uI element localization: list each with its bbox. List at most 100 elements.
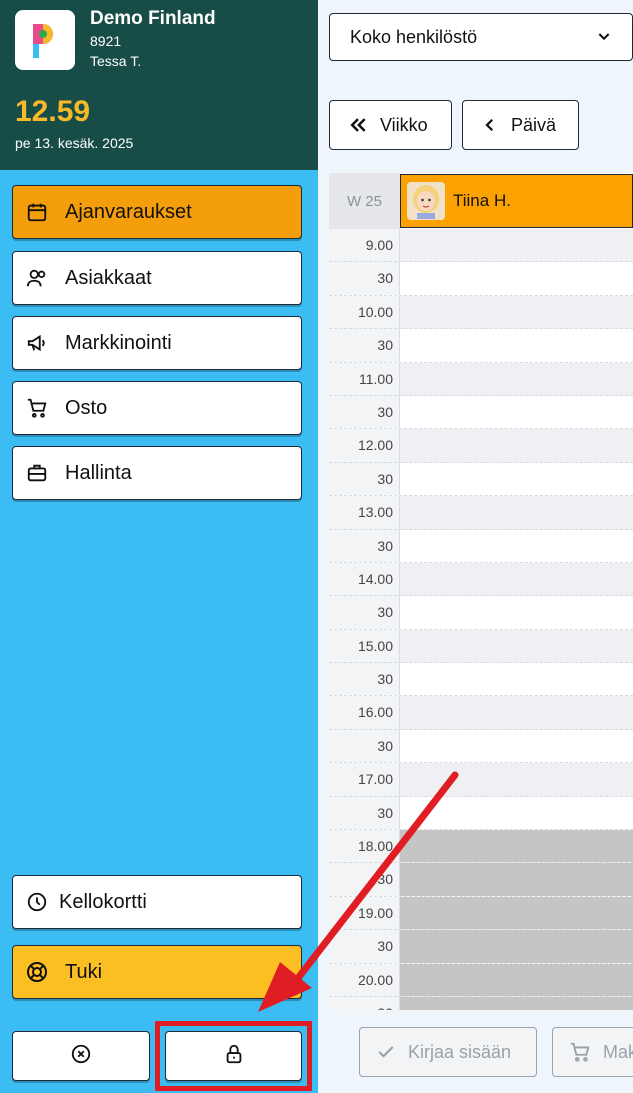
time-slot-cell[interactable] xyxy=(400,229,633,262)
main-panel: Koko henkilöstö Viikko Päivä W 25 Tiina … xyxy=(318,0,633,1093)
checkin-button[interactable]: Kirjaa sisään xyxy=(359,1027,537,1077)
sidebar-header: Demo Finland 8921 Tessa T. 12.59 pe 13. … xyxy=(0,0,318,170)
megaphone-icon xyxy=(25,331,49,355)
time-row[interactable]: 16.00 xyxy=(329,696,633,730)
time-slot-cell[interactable] xyxy=(400,596,633,628)
time-label: 30 xyxy=(329,663,400,696)
current-time: 12.59 xyxy=(15,95,91,128)
support-button[interactable]: Tuki xyxy=(12,945,302,999)
time-label: 30 xyxy=(329,262,400,295)
time-row[interactable]: 13.00 xyxy=(329,496,633,530)
time-row[interactable]: 30 xyxy=(329,796,633,831)
nav-asiakkaat[interactable]: Asiakkaat xyxy=(12,251,302,305)
nav-label: Osto xyxy=(65,396,108,419)
time-slot-cell[interactable] xyxy=(400,530,633,562)
nav-osto[interactable]: Osto xyxy=(12,381,302,435)
time-label: 16.00 xyxy=(329,696,400,729)
support-label: Tuki xyxy=(65,960,103,983)
time-slot-cell[interactable] xyxy=(400,262,633,294)
time-label: 30 xyxy=(329,930,400,963)
time-slot-cell[interactable] xyxy=(400,930,633,963)
time-slot-cell[interactable] xyxy=(400,830,633,863)
time-slot-cell[interactable] xyxy=(400,362,633,395)
time-slot-cell[interactable] xyxy=(400,896,633,930)
staff-column-header[interactable]: Tiina H. xyxy=(400,174,633,228)
time-label: 30 xyxy=(329,729,400,763)
nav-ajanvaraukset[interactable]: Ajanvaraukset xyxy=(12,185,302,239)
time-row[interactable]: 30 xyxy=(329,262,633,296)
time-row[interactable]: 17.00 xyxy=(329,763,633,797)
time-label: 30 xyxy=(329,329,400,362)
time-slot-cell[interactable] xyxy=(400,863,633,896)
users-icon xyxy=(25,266,49,290)
time-slot-cell[interactable] xyxy=(400,329,633,361)
time-row[interactable]: 14.00 xyxy=(329,562,633,597)
time-row[interactable]: 30 xyxy=(329,395,633,430)
time-row[interactable]: 30 xyxy=(329,729,633,764)
lifebuoy-icon xyxy=(25,960,49,984)
nav-markkinointi[interactable]: Markkinointi xyxy=(12,316,302,370)
time-row[interactable]: 12.00 xyxy=(329,429,633,463)
cart-icon xyxy=(25,396,49,420)
time-label: 18.00 xyxy=(329,830,400,863)
time-rows: 9.00 30 10.00 30 11.00 30 12.00 30 13.00 30 14.00 3… xyxy=(329,229,633,1010)
cart-icon xyxy=(569,1041,591,1063)
time-row[interactable]: 19.00 xyxy=(329,896,633,931)
week-button[interactable]: Viikko xyxy=(329,100,452,150)
pay-button[interactable]: Mak xyxy=(552,1027,633,1077)
time-row[interactable]: 30 xyxy=(329,462,633,497)
time-row[interactable]: 11.00 xyxy=(329,362,633,396)
time-slot-cell[interactable] xyxy=(400,496,633,529)
current-date: pe 13. kesäk. 2025 xyxy=(15,135,134,151)
time-row[interactable]: 20.00 xyxy=(329,963,633,997)
time-row[interactable]: 30 xyxy=(329,529,633,563)
time-slot-cell[interactable] xyxy=(400,463,633,495)
time-row[interactable]: 10.00 xyxy=(329,295,633,330)
time-label: 30 xyxy=(329,796,400,830)
time-slot-cell[interactable] xyxy=(400,562,633,596)
avatar xyxy=(407,182,445,220)
staff-select[interactable]: Koko henkilöstö xyxy=(329,13,633,61)
time-slot-cell[interactable] xyxy=(400,996,633,1010)
time-row[interactable]: 30 xyxy=(329,663,633,697)
time-label: 30 xyxy=(329,462,400,496)
double-chevron-left-icon xyxy=(348,115,368,135)
time-slot-cell[interactable] xyxy=(400,730,633,762)
time-label: 30 xyxy=(329,529,400,562)
time-row[interactable]: 18.00 xyxy=(329,830,633,864)
time-slot-cell[interactable] xyxy=(400,396,633,428)
nav-label: Hallinta xyxy=(65,461,132,484)
time-row[interactable]: 30 xyxy=(329,596,633,630)
time-slot-cell[interactable] xyxy=(400,295,633,329)
chevron-down-icon xyxy=(596,28,612,49)
timecard-button[interactable]: Kellokortti xyxy=(12,875,302,929)
company-name: Demo Finland xyxy=(90,8,216,29)
time-slot-cell[interactable] xyxy=(400,629,633,663)
logo-icon xyxy=(33,24,53,58)
time-row[interactable]: 30 xyxy=(329,329,633,363)
nav-hallinta[interactable]: Hallinta xyxy=(12,446,302,500)
time-label: 13.00 xyxy=(329,496,400,529)
time-slot-cell[interactable] xyxy=(400,663,633,695)
app-logo xyxy=(15,10,75,70)
time-row[interactable]: 15.00 xyxy=(329,629,633,664)
close-button[interactable] xyxy=(12,1031,150,1081)
time-row[interactable]: 30 xyxy=(329,863,633,897)
time-slot-cell[interactable] xyxy=(400,429,633,462)
time-label: 30 xyxy=(329,596,400,629)
nav-label: Markkinointi xyxy=(65,331,172,354)
time-row[interactable]: 30 xyxy=(329,930,633,964)
time-label: 11.00 xyxy=(329,362,400,395)
time-slot-cell[interactable] xyxy=(400,797,633,829)
day-button[interactable]: Päivä xyxy=(462,100,579,150)
time-slot-cell[interactable] xyxy=(400,696,633,729)
time-row[interactable]: 30 xyxy=(329,996,633,1010)
nav-label: Ajanvaraukset xyxy=(65,200,192,223)
time-slot-cell[interactable] xyxy=(400,963,633,996)
staff-select-value: Koko henkilöstö xyxy=(350,26,478,47)
day-button-label: Päivä xyxy=(511,114,557,135)
time-row[interactable]: 9.00 xyxy=(329,229,633,263)
calendar-icon xyxy=(25,200,49,224)
highlight-annotation xyxy=(155,1021,312,1091)
time-slot-cell[interactable] xyxy=(400,763,633,796)
